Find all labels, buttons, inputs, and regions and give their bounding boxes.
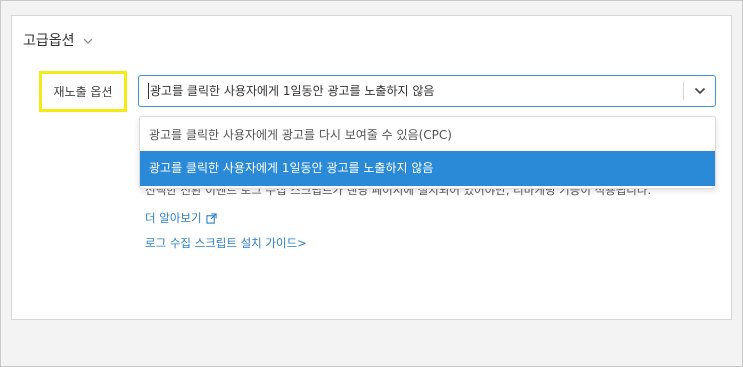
- select-current-value: 광고를 클릭한 사용자에게 1일동안 광고를 노출하지 않음: [148, 83, 683, 99]
- remarketing-label-text: 재노출 옵션: [53, 85, 113, 99]
- remarketing-option-label: 재노출 옵션: [39, 71, 127, 112]
- footer-area: [11, 320, 732, 350]
- section-title: 고급옵션: [23, 33, 75, 49]
- learn-more-link[interactable]: 더 알아보기: [145, 210, 217, 226]
- advanced-options-header[interactable]: 고급옵션: [23, 30, 93, 50]
- advanced-options-card: 고급옵션 재노출 옵션 광고를 클릭한 사용자에게 1일동안 광고를 노출하지 …: [11, 15, 732, 320]
- chevron-down-icon[interactable]: [684, 76, 715, 106]
- script-guide-link[interactable]: 로그 수집 스크립트 설치 가이드>: [145, 235, 307, 251]
- learn-more-text: 더 알아보기: [145, 211, 202, 225]
- chevron-down-icon[interactable]: [83, 35, 93, 48]
- dropdown-option[interactable]: 광고를 클릭한 사용자에게 광고를 다시 보여줄 수 있음(CPC): [140, 119, 715, 151]
- dropdown-option-selected[interactable]: 광고를 클릭한 사용자에게 1일동안 광고를 노출하지 않음: [140, 151, 715, 186]
- external-link-icon: [205, 212, 217, 224]
- remarketing-dropdown-menu: 광고를 클릭한 사용자에게 광고를 다시 보여줄 수 있음(CPC) 광고를 클…: [139, 116, 716, 189]
- remarketing-select[interactable]: 광고를 클릭한 사용자에게 1일동안 광고를 노출하지 않음: [138, 75, 716, 107]
